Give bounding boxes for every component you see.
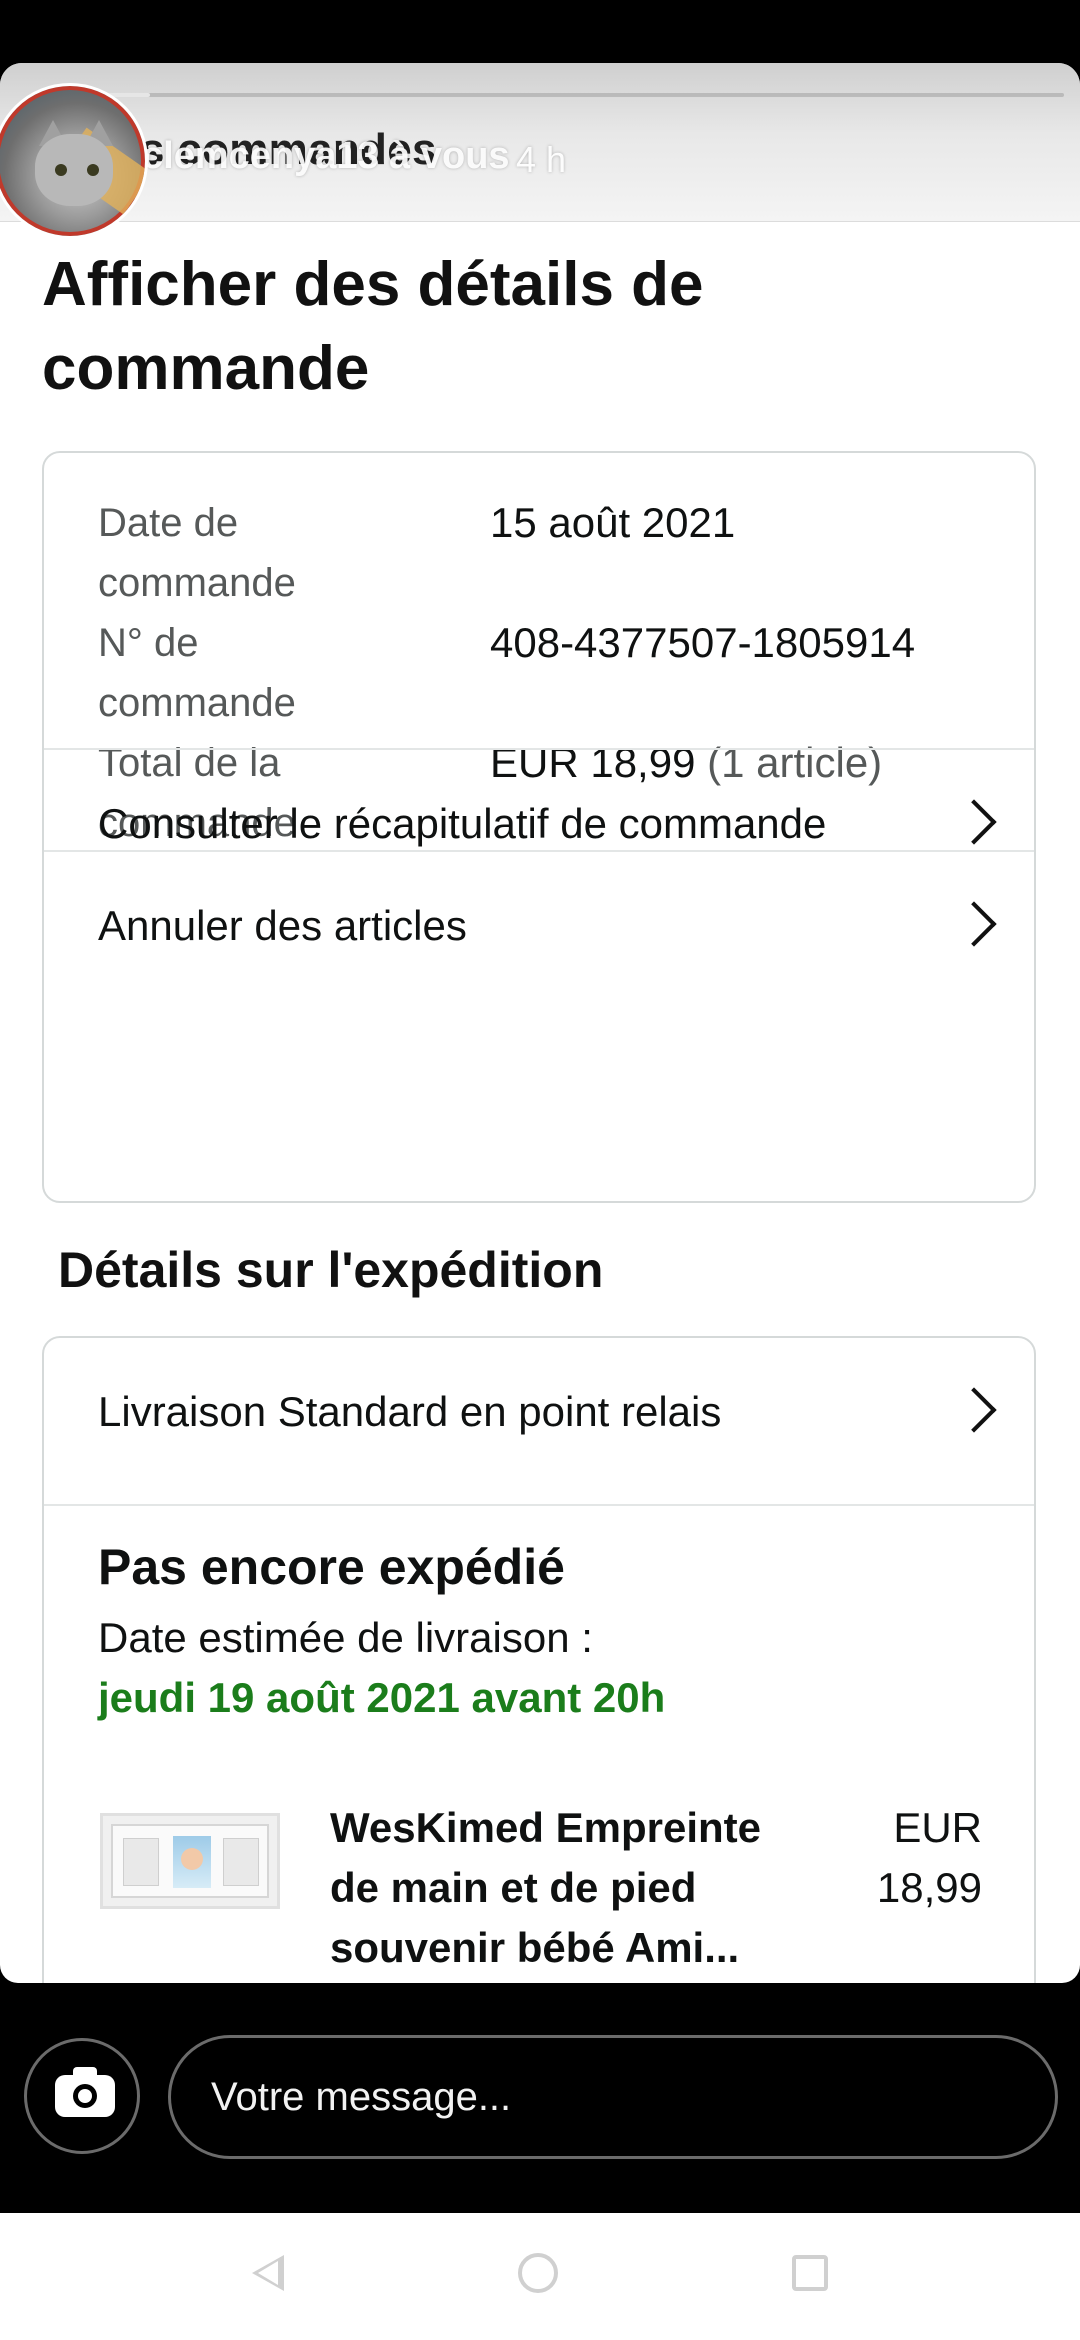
system-nav-bar (0, 2213, 1080, 2340)
product-image-frame (111, 1824, 269, 1898)
story-progress-bar (100, 93, 1064, 97)
order-number-value: 408-4377507-1805914 (490, 619, 916, 666)
shipment-card: Livraison Standard en point relais Pas e… (42, 1336, 1036, 1983)
eta-label: Date estimée de livraison : (98, 1614, 593, 1661)
order-date-row: Date de commande 15 août 2021 (98, 493, 998, 613)
product-image-print (123, 1838, 159, 1886)
message-input[interactable] (168, 2035, 1058, 2159)
cancel-items-label: Annuler des articles (98, 902, 467, 949)
camera-icon (55, 2067, 115, 2117)
avatar[interactable] (0, 83, 148, 239)
shipping-section-title: Détails sur l'expédition (58, 1242, 604, 1298)
view-order-summary-label: Consulter le récapitulatif de commande (98, 800, 827, 847)
cancel-items-link[interactable]: Annuler des articles (44, 852, 1034, 1002)
message-composer (0, 1983, 1080, 2213)
order-date-label: Date de commande (98, 501, 296, 605)
avatar-cat-eye (87, 164, 99, 176)
story-timestamp: 4 h (516, 139, 567, 180)
order-number-label: N° de commande (98, 621, 296, 725)
delivery-method-link[interactable]: Livraison Standard en point relais (44, 1338, 1034, 1488)
product-thumbnail[interactable] (100, 1813, 280, 1909)
back-triangle-icon[interactable] (252, 2255, 284, 2291)
story-view: s commandes clemcenya13 à vous 4 h Affic… (0, 63, 1080, 1983)
page-title: Afficher des détails de commande (42, 250, 704, 403)
camera-lens (73, 2084, 97, 2108)
chevron-right-icon (951, 1387, 997, 1433)
order-date-value: 15 août 2021 (490, 499, 736, 546)
product-image-baby (181, 1848, 203, 1870)
divider (44, 1504, 1034, 1506)
eta-date: jeudi 19 août 2021 avant 20h (98, 1674, 666, 1721)
back-triangle-inner (258, 2261, 278, 2285)
chevron-right-icon (951, 901, 997, 947)
product-image-print (223, 1838, 259, 1886)
product-name-link[interactable]: WesKimed Empreinte de main et de pied so… (330, 1798, 770, 1978)
avatar-cat-face (35, 134, 113, 206)
avatar-cat-eye (55, 164, 67, 176)
home-circle-icon[interactable] (518, 2253, 558, 2293)
delivery-method-label: Livraison Standard en point relais (98, 1388, 722, 1435)
product-price: EUR 18,99 (876, 1804, 982, 1911)
chevron-right-icon (951, 799, 997, 845)
order-summary-card: Date de commande 15 août 2021 N° de comm… (42, 451, 1036, 1203)
recent-square-icon[interactable] (792, 2255, 828, 2291)
story-username[interactable]: clemcenya13 à vous (142, 135, 510, 178)
order-number-row: N° de commande 408-4377507-1805914 (98, 613, 998, 733)
camera-button[interactable] (24, 2038, 140, 2154)
story-header: s commandes clemcenya13 à vous 4 h (0, 63, 1080, 239)
shipment-status: Pas encore expédié (98, 1539, 565, 1595)
